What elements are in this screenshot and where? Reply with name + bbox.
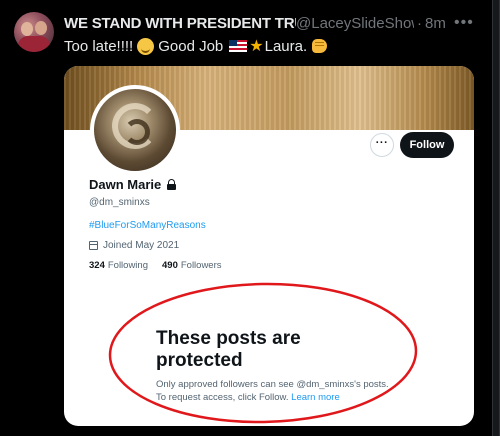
followers-label: Followers [180,260,222,271]
tweet-text-part3: Laura. [264,37,308,55]
author-name[interactable]: WE STAND WITH PRESIDENT TRUMP [64,15,296,32]
author-handle[interactable]: @LaceySlideShow [296,15,414,32]
more-horizontal-icon[interactable]: ••• [454,14,474,32]
tweet-header: WE STAND WITH PRESIDENT TRUMP @LaceySlid… [64,13,446,33]
profile-avatar[interactable] [90,85,180,175]
tweet-time[interactable]: 8m [425,15,446,32]
profile-handle: @dm_sminxs [89,197,150,208]
protected-body-text: Only approved followers can see @dm_smin… [156,379,389,403]
author-avatar[interactable] [14,12,54,52]
following-label: Following [107,260,148,271]
protected-body: Only approved followers can see @dm_smin… [156,378,396,404]
tweet[interactable]: WE STAND WITH PRESIDENT TRUMP @LaceySlid… [0,0,492,436]
oncoming-fist-icon [312,39,328,53]
embedded-profile-card[interactable]: ··· Follow Dawn Marie @dm_sminxs #BlueFo… [64,66,474,426]
smiling-face-icon [137,37,155,55]
star-icon: ★ [249,38,264,55]
followers-count: 490 [162,260,178,271]
lock-icon [167,179,177,190]
following-link[interactable]: 324 Following [89,260,148,271]
us-flag-icon [229,40,248,52]
tweet-text-part2: Good Job [158,37,224,55]
scrollbar[interactable] [492,0,500,436]
profile-name: Dawn Marie [89,177,162,192]
scrollbar-thumb[interactable] [493,0,499,436]
learn-more-link[interactable]: Learn more [291,392,340,403]
joined-text: Joined May 2021 [103,240,180,251]
follow-stats: 324 Following 490 Followers [89,260,236,271]
tweet-text-part1: Too late!!!! [64,37,134,55]
following-count: 324 [89,260,105,271]
joined-date: Joined May 2021 [89,240,179,251]
protected-title: These posts are protected [156,328,301,371]
profile-more-button[interactable]: ··· [370,133,394,157]
tweet-text: Too late!!!! Good Job ★ Laura. [64,36,328,56]
calendar-icon [89,241,98,250]
separator-dot: · [417,14,422,32]
followers-link[interactable]: 490 Followers [162,260,222,271]
follow-button[interactable]: Follow [400,132,454,158]
bio-hashtag[interactable]: #BlueForSoManyReasons [89,220,206,231]
profile-name-row: Dawn Marie [89,177,177,192]
